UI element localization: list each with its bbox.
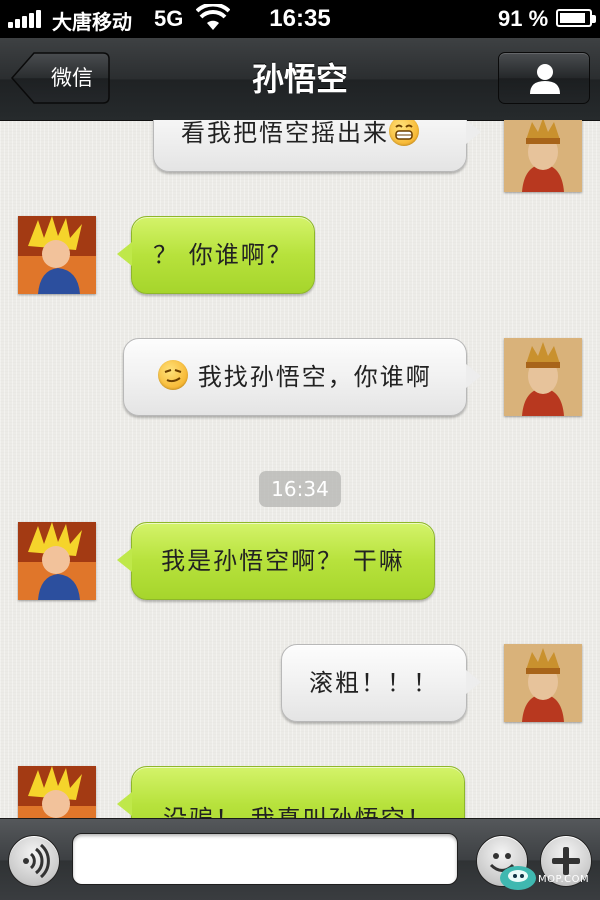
message-bubble-outgoing[interactable]: 看我把悟空摇出来 — [153, 120, 481, 172]
message-text: 没骗！ 我真叫孙悟空！ — [131, 780, 465, 818]
watermark-text: MOP.COM — [538, 874, 590, 885]
contact-profile-button[interactable] — [498, 52, 590, 104]
message-bubble-incoming[interactable]: 我是孙悟空啊？ 干嘛 — [117, 522, 435, 600]
chat-screen: 大唐移动 5G 16:35 91 % 微信 孙悟空 看我把悟空摇出来 ？ 你谁啊… — [0, 0, 600, 900]
message-text: 我找孙悟空，你谁啊 — [197, 363, 432, 391]
message-bubble-outgoing[interactable]: 我找孙悟空，你谁啊 — [123, 338, 481, 416]
battery-level — [560, 13, 585, 23]
battery-percent: 91 % — [498, 6, 549, 31]
avatar-tang-monk[interactable] — [504, 338, 582, 416]
navigation-bar: 微信 孙悟空 — [0, 38, 600, 121]
message-bubble-incoming[interactable]: ？ 你谁啊？ — [117, 216, 315, 294]
status-bar: 大唐移动 5G 16:35 91 % — [0, 0, 600, 38]
message-text-input[interactable] — [72, 833, 458, 885]
avatar-sun-wukong[interactable] — [18, 216, 96, 294]
avatar-tang-monk[interactable] — [504, 120, 582, 192]
avatar-sun-wukong[interactable] — [18, 766, 96, 818]
message-bubble-outgoing[interactable]: 滚粗！！！ — [281, 644, 481, 722]
voice-input-button[interactable] — [8, 835, 60, 887]
message-bubble-incoming[interactable]: 没骗！ 我真叫孙悟空！ — [117, 766, 465, 818]
message-list[interactable]: 看我把悟空摇出来 ？ 你谁啊？ 我找孙悟空，你谁啊 16:34 我是孙悟空啊？ … — [0, 120, 600, 818]
timestamp-divider: 16:34 — [259, 471, 341, 507]
grin-emoji-icon — [389, 120, 419, 146]
voice-icon — [23, 843, 50, 879]
message-text: 看我把悟空摇出来 — [181, 120, 389, 147]
message-text: 滚粗！！！ — [309, 669, 439, 697]
person-icon — [530, 64, 560, 94]
avatar-tang-monk[interactable] — [504, 644, 582, 722]
smirk-emoji-icon — [158, 360, 189, 390]
back-button-label: 微信 — [51, 66, 93, 90]
message-text: ？ 你谁啊？ — [153, 241, 293, 269]
back-button[interactable]: 微信 — [10, 52, 110, 104]
avatar-sun-wukong[interactable] — [18, 522, 96, 600]
battery-icon — [556, 9, 596, 27]
message-text: 我是孙悟空啊？ 干嘛 — [161, 547, 405, 575]
